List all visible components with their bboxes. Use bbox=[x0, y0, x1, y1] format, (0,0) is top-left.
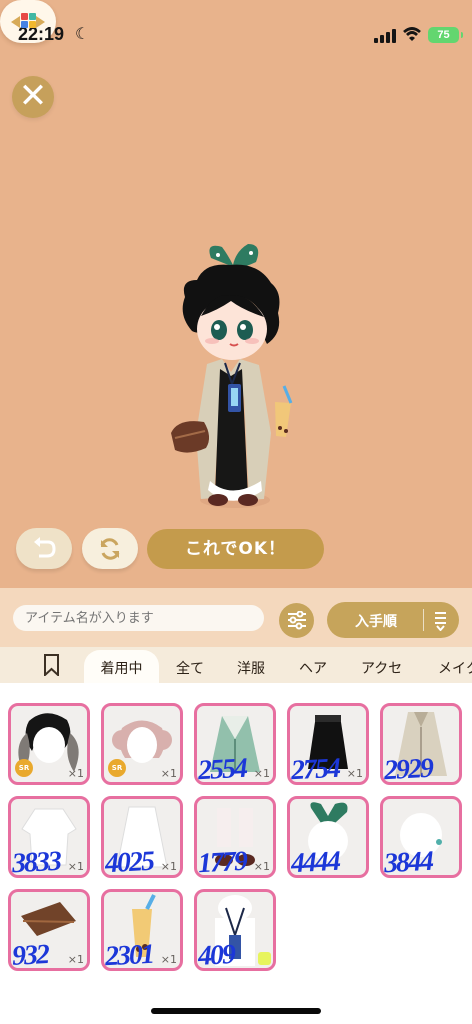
confirm-ok-button[interactable]: これでOK！ bbox=[147, 529, 324, 569]
sort-order-button[interactable]: 入手順 bbox=[327, 602, 459, 638]
inventory-item-brown-wallet[interactable]: 932 ×1 bbox=[8, 889, 90, 971]
filter-sliders-icon bbox=[288, 611, 306, 630]
item-quantity: ×1 bbox=[346, 767, 363, 780]
tab-makeup[interactable]: メイク bbox=[438, 658, 472, 678]
inventory-item-green-ribbon[interactable]: 4444 bbox=[287, 796, 369, 878]
cellular-signal-icon bbox=[374, 29, 396, 43]
new-item-tag bbox=[258, 952, 271, 965]
inventory-item-green-jacket[interactable]: 2554 ×1 bbox=[194, 703, 276, 785]
filter-button[interactable] bbox=[279, 603, 314, 638]
handwritten-number: 4444 bbox=[290, 845, 340, 878]
item-quantity: ×1 bbox=[160, 860, 177, 873]
item-quantity: ×1 bbox=[253, 767, 270, 780]
inventory-grid: SR ×1 SR ×1 2554 ×1 2754 ×1 2929 3833 ×1 4025… bbox=[0, 683, 472, 1024]
item-search-input[interactable] bbox=[13, 605, 264, 631]
preview-controls: これでOK！ bbox=[0, 523, 472, 581]
avatar-character bbox=[171, 244, 293, 508]
tab-wearing[interactable]: 着用中 bbox=[84, 650, 159, 683]
tab-hair[interactable]: ヘア bbox=[299, 658, 327, 678]
tab-clothes[interactable]: 洋服 bbox=[237, 658, 265, 678]
bookmark-icon[interactable] bbox=[43, 654, 60, 676]
tab-all[interactable]: 全て bbox=[176, 658, 204, 678]
sort-divider bbox=[423, 609, 424, 631]
refresh-icon bbox=[100, 538, 120, 560]
status-bar: 22:19 ☾ 75 bbox=[0, 0, 472, 56]
battery-icon: 75 bbox=[428, 27, 463, 43]
handwritten-number: 4025 bbox=[104, 845, 154, 878]
inventory-item-white-skirt[interactable]: 4025 ×1 bbox=[101, 796, 183, 878]
handwritten-number: 409 bbox=[197, 939, 235, 971]
sort-order-label: 入手順 bbox=[355, 614, 397, 630]
do-not-disturb-moon-icon: ☾ bbox=[75, 24, 90, 43]
inventory-item-white-top[interactable]: 3833 ×1 bbox=[8, 796, 90, 878]
handwritten-number: 2929 bbox=[383, 752, 433, 785]
item-quantity: ×1 bbox=[160, 767, 177, 780]
item-quantity: ×1 bbox=[67, 953, 84, 966]
item-quantity: ×1 bbox=[67, 860, 84, 873]
item-quantity: ×1 bbox=[67, 767, 84, 780]
item-quantity: ×1 bbox=[160, 953, 177, 966]
handwritten-number: 3833 bbox=[11, 845, 61, 878]
inventory-item-id-card[interactable]: 409 bbox=[194, 889, 276, 971]
undo-icon bbox=[34, 537, 56, 558]
handwritten-number: 2554 bbox=[197, 752, 247, 785]
tab-accessories[interactable]: アクセ bbox=[361, 658, 402, 678]
item-quantity: ×1 bbox=[253, 860, 270, 873]
sort-descending-icon bbox=[435, 612, 446, 631]
handwritten-number: 3844 bbox=[383, 845, 433, 878]
inventory-item-black-skirt[interactable]: 2754 ×1 bbox=[287, 703, 369, 785]
close-button[interactable]: ✕ bbox=[12, 76, 54, 118]
inventory-item-black-pigtails[interactable]: SR ×1 bbox=[8, 703, 90, 785]
handwritten-number: 932 bbox=[11, 939, 49, 971]
undo-button[interactable] bbox=[16, 528, 72, 569]
inventory-item-earring[interactable]: 3844 bbox=[380, 796, 462, 878]
item-search-row: 入手順 bbox=[0, 588, 472, 647]
inventory-item-pink-hair[interactable]: SR ×1 bbox=[101, 703, 183, 785]
category-tabs: 着用中 全て 洋服 ヘア アクセ メイク bbox=[0, 647, 472, 683]
sr-rarity-badge: SR bbox=[108, 759, 126, 777]
home-indicator[interactable] bbox=[151, 1008, 321, 1014]
wifi-icon bbox=[403, 27, 421, 41]
refresh-button[interactable] bbox=[82, 528, 138, 569]
inventory-item-beige-coat[interactable]: 2929 bbox=[380, 703, 462, 785]
sr-rarity-badge: SR bbox=[15, 759, 33, 777]
avatar-preview bbox=[170, 238, 300, 514]
colorful-grid-icon bbox=[11, 13, 45, 28]
handwritten-number: 2754 bbox=[290, 752, 340, 785]
handwritten-number: 1779 bbox=[197, 845, 247, 878]
handwritten-number: 2301 bbox=[104, 938, 154, 971]
inventory-item-socks[interactable]: 1779 ×1 bbox=[194, 796, 276, 878]
inventory-item-bubble-tea[interactable]: 2301 ×1 bbox=[101, 889, 183, 971]
